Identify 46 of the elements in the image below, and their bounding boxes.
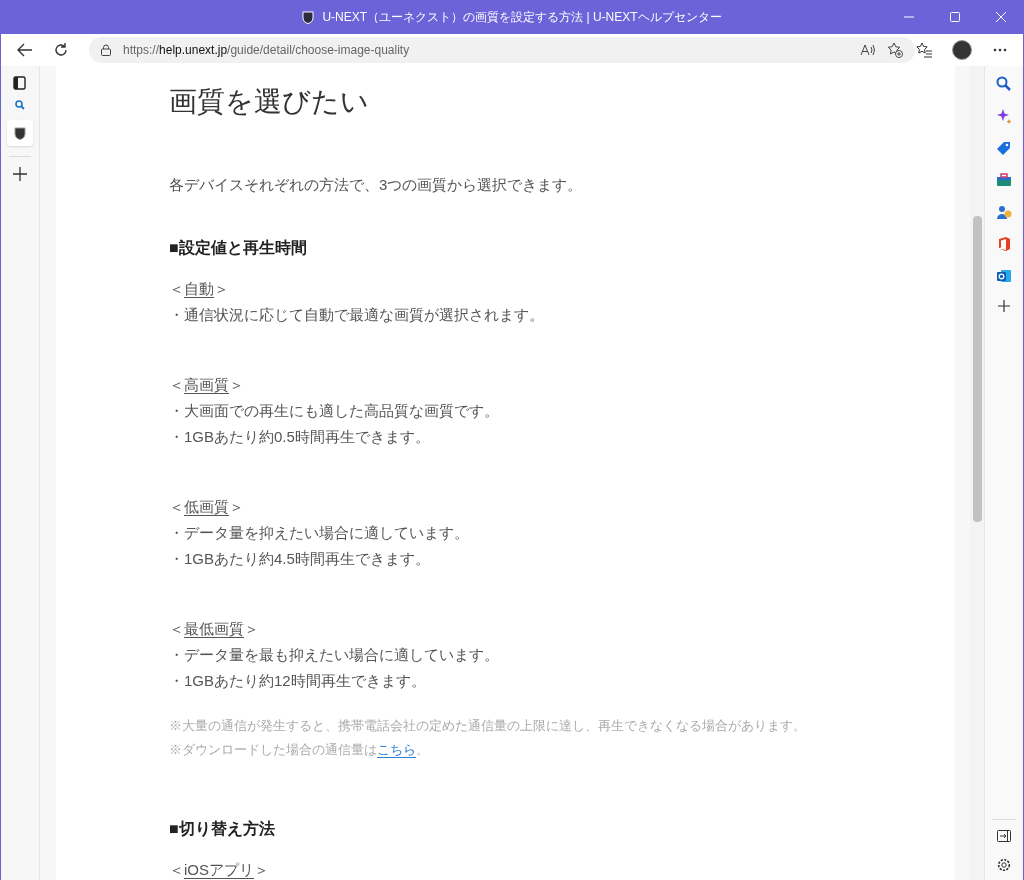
body-text: ・通信状況に応じて自動で最適な画質が選択されます。 — [169, 305, 545, 325]
toolbox-icon[interactable] — [995, 172, 1012, 188]
address-bar[interactable]: https://help.unext.jp/guide/detail/choose-image-quality — [89, 37, 915, 63]
group-label: ＜高画質＞ — [169, 375, 245, 395]
body-text: ・1GBあたり約0.5時間再生できます。 — [169, 427, 431, 447]
more-icon — [993, 48, 1007, 52]
people-icon[interactable] — [995, 204, 1012, 220]
intro-text: 各デバイスそれぞれの方法で、3つの画質から選択できます。 — [169, 175, 584, 195]
shield-icon — [14, 126, 26, 140]
group-label: ＜低画質＞ — [169, 497, 245, 517]
section-heading: ■切り替え方法 — [169, 819, 276, 839]
favorites-icon — [916, 42, 932, 58]
window-title: U-NEXT（ユーネクスト）の画質を設定する方法 | U-NEXTヘルプセンター — [322, 9, 722, 26]
note-text: ※ダウンロードした場合の通信量はこちら。 — [169, 741, 430, 759]
body-text: ・1GBあたり約4.5時間再生できます。 — [169, 549, 431, 569]
group-label: ＜自動＞ — [169, 279, 230, 299]
body-text: ・1GBあたり約12時間再生できます。 — [169, 671, 427, 691]
profile-avatar[interactable] — [952, 40, 972, 60]
body-text: ・データ量を最も抑えたい場合に適しています。 — [169, 645, 500, 665]
tab-actions-icon[interactable] — [13, 76, 27, 90]
note-text: ※大量の通信が発生すると、携帯電話会社の定めた通信量の上限に達し、再生できなくなる場合があります。 — [169, 717, 807, 735]
body-text: ・データ量を抑えたい場合に適しています。 — [169, 523, 470, 543]
tag-icon[interactable] — [995, 140, 1012, 156]
add-icon[interactable] — [997, 300, 1010, 312]
search-icon[interactable] — [995, 76, 1012, 92]
group-label: ＜最低画質＞ — [169, 619, 260, 639]
new-tab-icon[interactable] — [13, 167, 27, 181]
url-text: https://help.unext.jp/guide/detail/choose-image-quality — [123, 42, 410, 59]
close-icon — [996, 12, 1006, 22]
search-icon[interactable] — [15, 100, 25, 110]
shield-icon — [302, 10, 315, 24]
article-title: 画質を選びたい — [169, 85, 370, 119]
body-text: ・大画面での再生にも適した高品質な画質です。 — [169, 401, 500, 421]
tab-item[interactable] — [7, 120, 33, 146]
maximize-icon — [950, 12, 960, 22]
read-aloud-icon[interactable] — [859, 44, 875, 56]
back-arrow-icon — [17, 43, 33, 57]
add-favorite-icon[interactable] — [887, 42, 903, 58]
outlook-icon[interactable] — [995, 268, 1012, 284]
sidebar-toggle-icon[interactable] — [996, 830, 1011, 842]
here-link[interactable]: こちら — [377, 742, 416, 757]
group-label: ＜iOSアプリ＞ — [169, 860, 270, 880]
settings-icon[interactable] — [996, 858, 1011, 872]
refresh-icon — [53, 42, 69, 58]
section-heading: ■設定値と再生時間 — [169, 238, 308, 258]
lock-icon — [101, 44, 111, 56]
